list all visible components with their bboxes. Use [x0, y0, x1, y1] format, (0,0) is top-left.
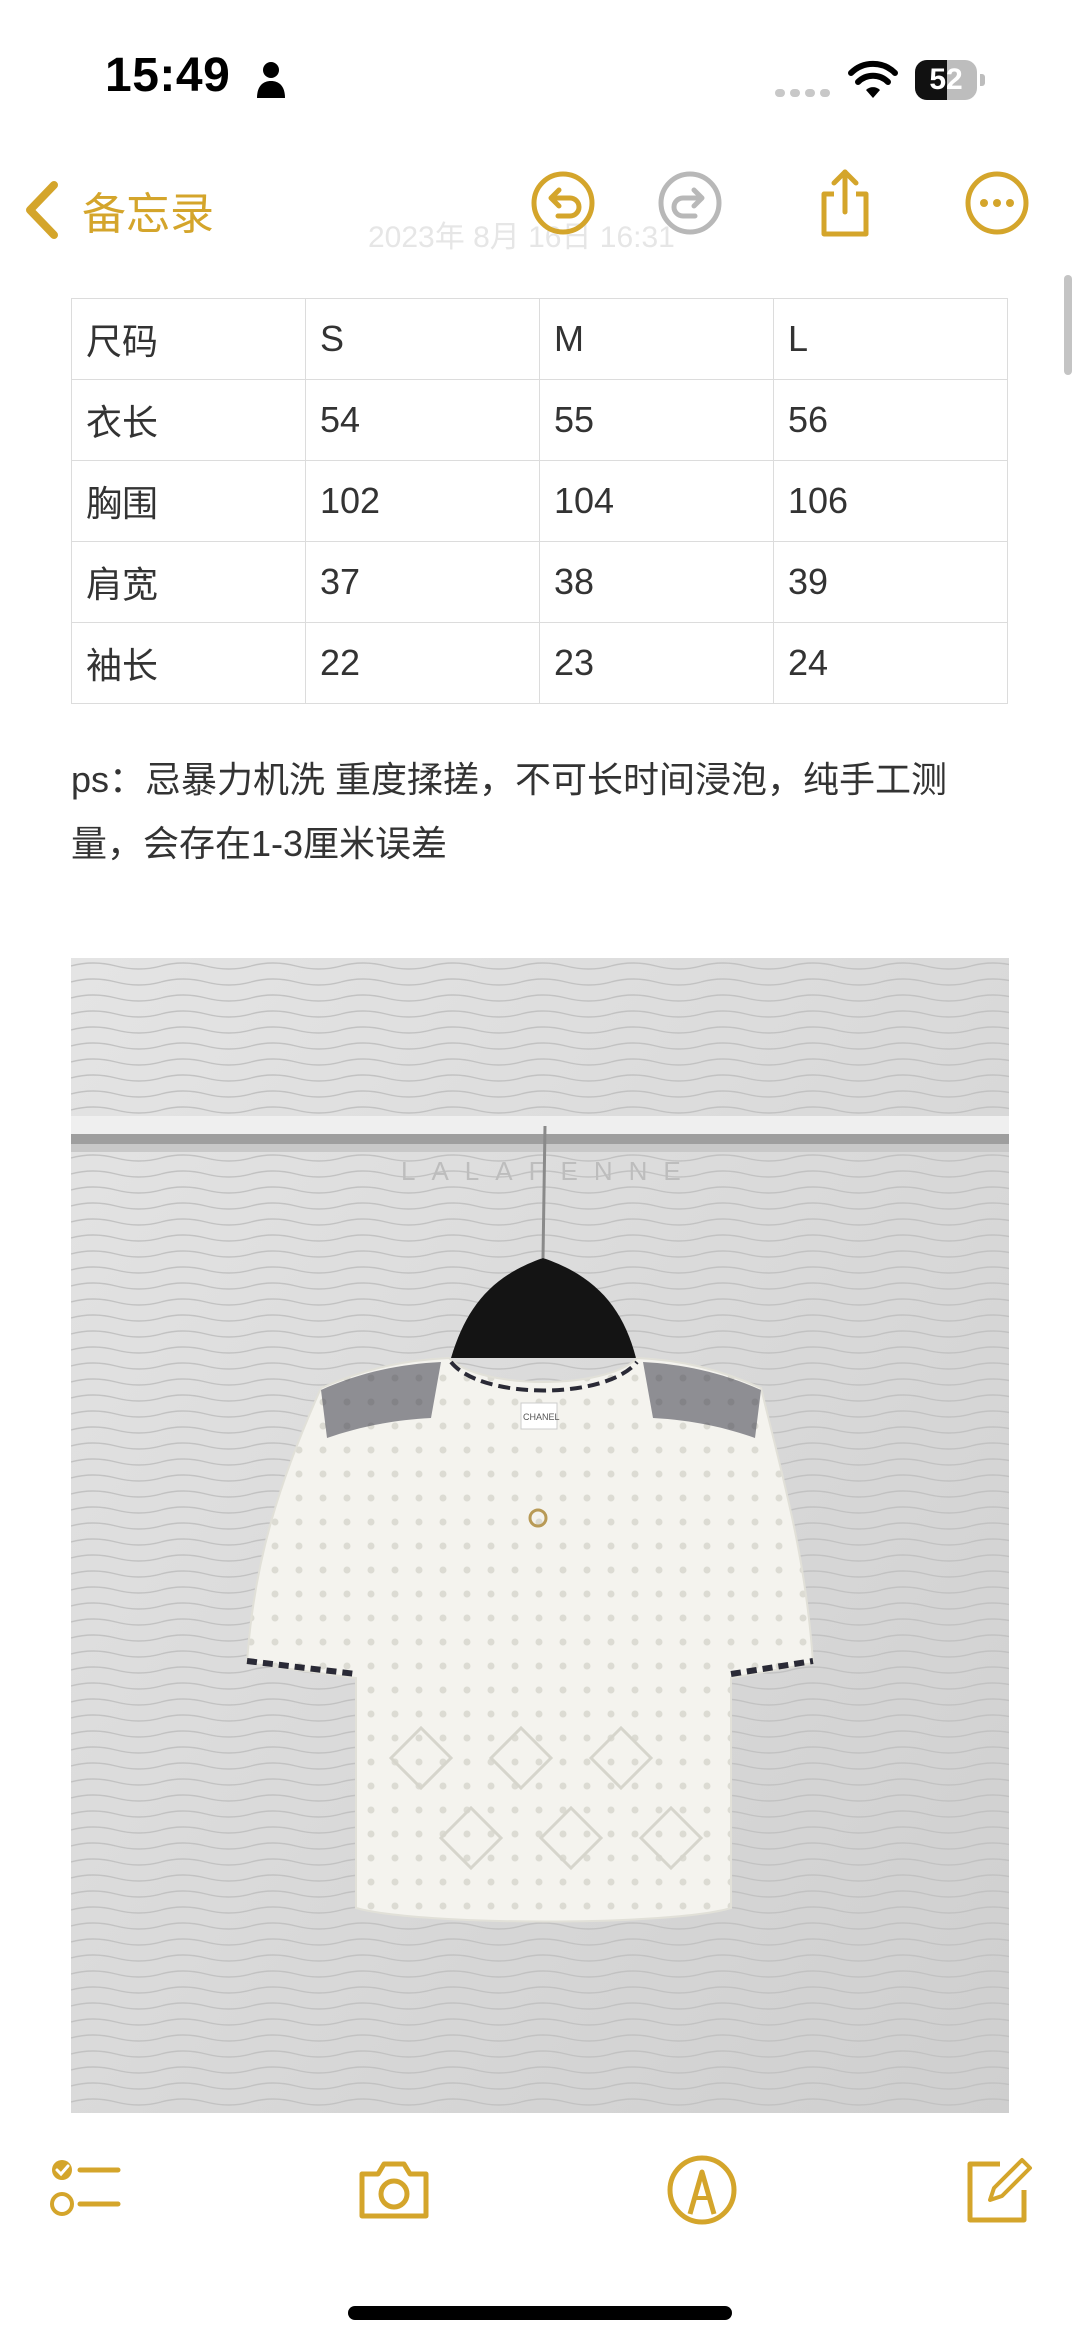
table-row: 肩宽 37 38 39 — [71, 541, 1008, 623]
undo-icon[interactable] — [528, 168, 598, 238]
table-row: 尺码 S M L — [71, 298, 1008, 380]
share-icon[interactable] — [810, 168, 880, 238]
table-cell: 55 — [539, 379, 774, 461]
table-cell: 衣长 — [71, 379, 306, 461]
battery-level-text: 52 — [929, 63, 963, 96]
table-row: 衣长 54 55 56 — [71, 379, 1008, 461]
status-time: 15:49 — [105, 49, 231, 102]
table-cell: 54 — [305, 379, 540, 461]
person-icon — [257, 62, 285, 98]
table-cell: 56 — [773, 379, 1008, 461]
table-cell: 106 — [773, 460, 1008, 542]
table-cell: 胸围 — [71, 460, 306, 542]
more-icon[interactable] — [962, 168, 1032, 238]
table-cell: 37 — [305, 541, 540, 623]
note-date: 2023年 8月 16日 16:31 — [368, 221, 675, 254]
status-bar: 15:49 52 — [0, 0, 1080, 150]
label-text: CHANEL — [523, 1412, 560, 1422]
checklist-icon[interactable] — [48, 2152, 124, 2228]
signal-icon — [775, 89, 830, 97]
compose-icon[interactable] — [960, 2152, 1036, 2228]
table-cell: 24 — [773, 622, 1008, 704]
chevron-left-icon — [26, 181, 58, 239]
note-text[interactable]: ps：忌暴力机洗 重度揉搓，不可长时间浸泡，纯手工测量，会存在1-3厘米误差 — [71, 748, 1011, 876]
table-cell: 尺码 — [71, 298, 306, 380]
table-cell: 22 — [305, 622, 540, 704]
product-photo[interactable]: LALAFENNE CHANEL — [71, 958, 1009, 2113]
table-cell: L — [773, 298, 1008, 380]
table-cell: 39 — [773, 541, 1008, 623]
redo-icon[interactable] — [655, 168, 725, 238]
table-cell: M — [539, 298, 774, 380]
table-cell: S — [305, 298, 540, 380]
markup-icon[interactable] — [664, 2152, 740, 2228]
table-cell: 102 — [305, 460, 540, 542]
table-cell: 104 — [539, 460, 774, 542]
table-cell: 肩宽 — [71, 541, 306, 623]
home-indicator[interactable] — [348, 2306, 732, 2320]
table-cell: 23 — [539, 622, 774, 704]
size-table: 尺码 S M L 衣长 54 55 56 胸围 102 104 106 肩宽 3… — [71, 298, 1008, 704]
back-label: 备忘录 — [82, 190, 214, 239]
knit-top-image: LALAFENNE CHANEL — [71, 958, 1009, 2113]
battery-icon: 52 — [915, 60, 985, 100]
bottom-toolbar — [0, 2120, 1080, 2270]
back-button[interactable]: 备忘录 — [20, 170, 214, 250]
scrollbar[interactable] — [1064, 275, 1072, 375]
table-row: 袖长 22 23 24 — [71, 622, 1008, 704]
table-cell: 袖长 — [71, 622, 306, 704]
photo-watermark: LALAFENNE — [401, 1156, 697, 1186]
table-row: 胸围 102 104 106 — [71, 460, 1008, 542]
camera-icon[interactable] — [356, 2152, 432, 2228]
nav-bar: 2023年 8月 16日 16:31 备忘录 — [0, 150, 1080, 270]
wifi-icon — [848, 60, 898, 98]
table-cell: 38 — [539, 541, 774, 623]
